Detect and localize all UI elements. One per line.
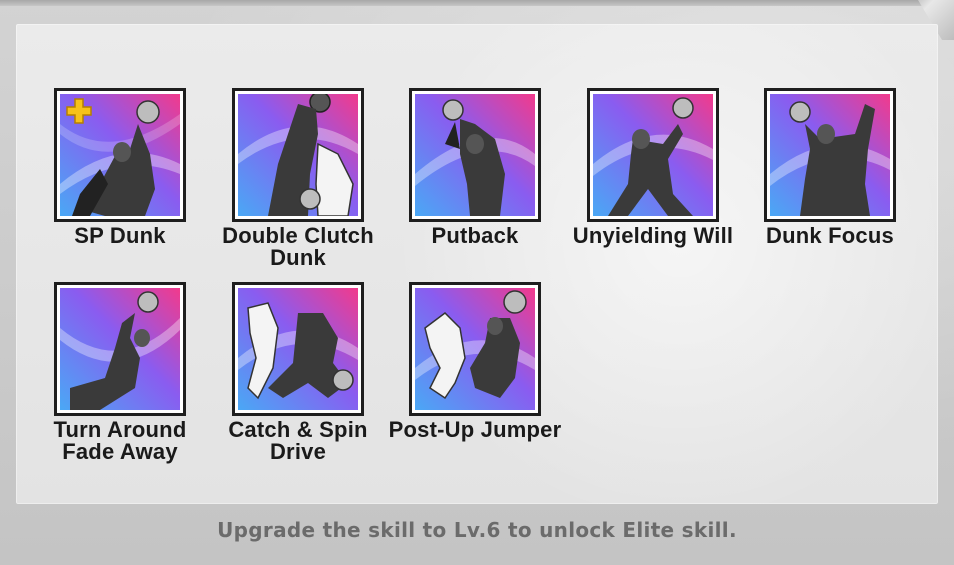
skill-tile[interactable] xyxy=(232,282,364,416)
skill-turn-around-fade-away[interactable]: Turn Around Fade Away xyxy=(25,282,215,463)
skill-label: Putback xyxy=(431,223,519,248)
skill-double-clutch-dunk[interactable]: Double Clutch Dunk xyxy=(203,88,393,269)
skill-label: SP Dunk xyxy=(74,223,166,248)
unlock-hint-text: Upgrade the skill to Lv.6 to unlock Elit… xyxy=(217,518,737,542)
top-bar xyxy=(0,0,954,6)
catch-spin-drive-icon xyxy=(238,288,358,410)
skill-catch-spin-drive[interactable]: Catch & Spin Drive xyxy=(203,282,393,463)
skill-tile[interactable] xyxy=(409,282,541,416)
skill-label: Double Clutch Dunk xyxy=(222,223,374,270)
turn-around-fade-away-icon xyxy=(60,288,180,410)
skill-tile[interactable] xyxy=(54,88,186,222)
double-clutch-dunk-icon xyxy=(238,94,358,216)
skill-tile[interactable] xyxy=(409,88,541,222)
putback-icon xyxy=(415,94,535,216)
plus-icon xyxy=(66,98,92,124)
post-up-jumper-icon xyxy=(415,288,535,410)
skill-tile[interactable] xyxy=(587,88,719,222)
unyielding-will-icon xyxy=(593,94,713,216)
skill-dunk-focus[interactable]: Dunk Focus xyxy=(735,88,925,247)
dunk-focus-icon xyxy=(770,94,890,216)
skill-post-up-jumper[interactable]: Post-Up Jumper xyxy=(380,282,570,441)
skill-label: Catch & Spin Drive xyxy=(228,417,368,464)
skill-tile[interactable] xyxy=(232,88,364,222)
skill-putback[interactable]: Putback xyxy=(380,88,570,247)
skill-unyielding-will[interactable]: Unyielding Will xyxy=(558,88,748,247)
skill-label: Turn Around Fade Away xyxy=(53,417,187,464)
skill-label: Unyielding Will xyxy=(572,223,734,248)
skill-sp-dunk[interactable]: SP Dunk xyxy=(25,88,215,247)
skill-label: Post-Up Jumper xyxy=(388,417,562,442)
skill-tile[interactable] xyxy=(764,88,896,222)
skill-label: Dunk Focus xyxy=(766,223,894,248)
skill-tile[interactable] xyxy=(54,282,186,416)
